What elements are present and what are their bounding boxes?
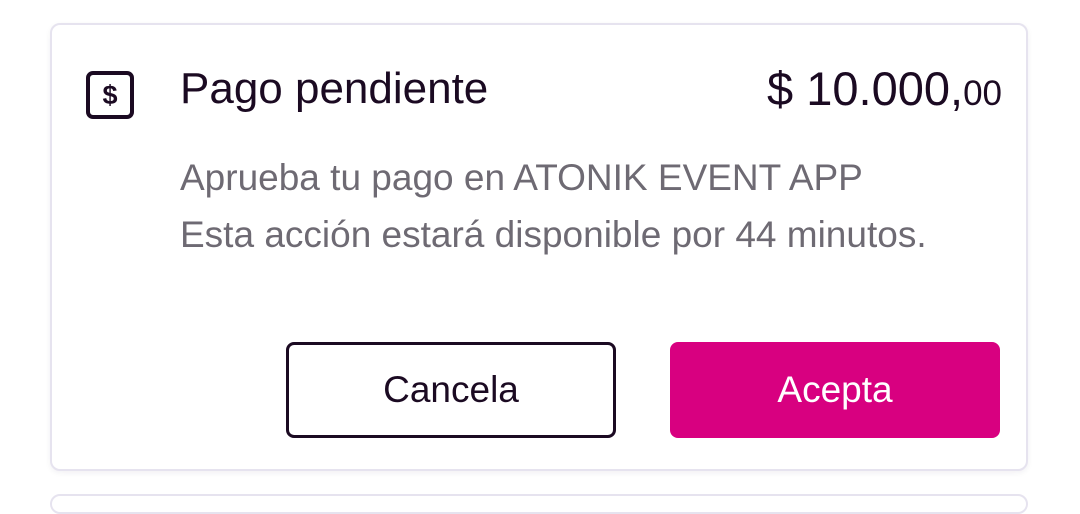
payment-amount: $ 10.000,00 xyxy=(767,59,1002,131)
next-card-edge xyxy=(50,494,1028,514)
payment-title: Pago pendiente xyxy=(180,64,489,113)
pending-payment-card: $ Pago pendiente $ 10.000,00 Aprueba tu … xyxy=(50,23,1028,471)
amount-cents: 00 xyxy=(963,74,1002,113)
accept-button[interactable]: Acepta xyxy=(670,342,1000,438)
cancel-button[interactable]: Cancela xyxy=(286,342,616,438)
description-line-2: Esta acción estará disponible por 44 min… xyxy=(180,214,927,255)
amount-main: $ 10.000, xyxy=(767,62,964,115)
payment-description: Aprueba tu pago en ATONIK EVENT APP Esta… xyxy=(180,149,940,263)
dollar-glyph: $ xyxy=(102,79,118,110)
description-line-1: Aprueba tu pago en ATONIK EVENT APP xyxy=(180,157,863,198)
dollar-icon: $ xyxy=(86,71,134,119)
